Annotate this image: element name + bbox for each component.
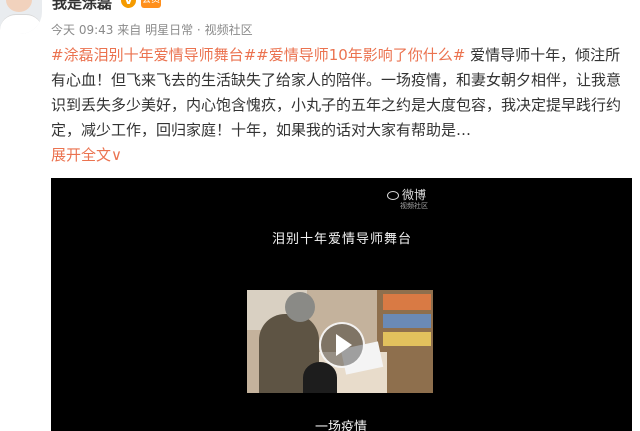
- expand-link[interactable]: 展开全文∨: [51, 146, 122, 164]
- watermark-subtitle: 视频社区: [400, 202, 428, 210]
- weibo-eye-icon: [387, 191, 399, 200]
- frame-man-head: [285, 292, 315, 322]
- verified-icon: V: [121, 0, 136, 8]
- chevron-down-icon: ∨: [111, 146, 122, 164]
- play-icon[interactable]: [319, 322, 365, 368]
- frame-girl: [303, 362, 337, 393]
- meta-separator: ·: [196, 23, 201, 37]
- hashtag-link[interactable]: #涂磊泪别十年爱情导师舞台#: [51, 46, 256, 64]
- source-prefix: 来自: [117, 23, 142, 37]
- post-meta: 今天 09:43 来自 明星日常 · 视频社区: [51, 21, 253, 38]
- video-caption-bottom: 一场疫情: [315, 420, 368, 431]
- video-player[interactable]: 微博 视频社区 泪别十年爱情导师舞台 一场疫情: [51, 178, 632, 431]
- expand-label: 展开全文: [51, 146, 112, 164]
- hashtag-link[interactable]: #爱情导师10年影响了你什么#: [256, 46, 465, 64]
- member-crown-icon[interactable]: 会员: [141, 0, 161, 8]
- post-category[interactable]: 视频社区: [205, 21, 253, 38]
- frame-books-bottom: [383, 332, 431, 346]
- play-triangle: [336, 334, 352, 356]
- post-time[interactable]: 今天 09:43: [51, 21, 113, 38]
- post-text: #涂磊泪别十年爱情导师舞台##爱情导师10年影响了你什么# 爱情导师十年，倾注所…: [51, 43, 635, 168]
- user-name[interactable]: 我是涂磊: [52, 0, 112, 13]
- avatar[interactable]: [0, 0, 42, 34]
- avatar-shirt: [0, 14, 42, 34]
- avatar-face: [6, 0, 32, 12]
- post-source[interactable]: 明星日常: [145, 21, 193, 38]
- video-caption-top: 泪别十年爱情导师舞台: [272, 232, 413, 247]
- frame-books-top: [383, 294, 431, 310]
- watermark-text: 微博: [402, 188, 427, 202]
- frame-books-middle: [383, 314, 431, 328]
